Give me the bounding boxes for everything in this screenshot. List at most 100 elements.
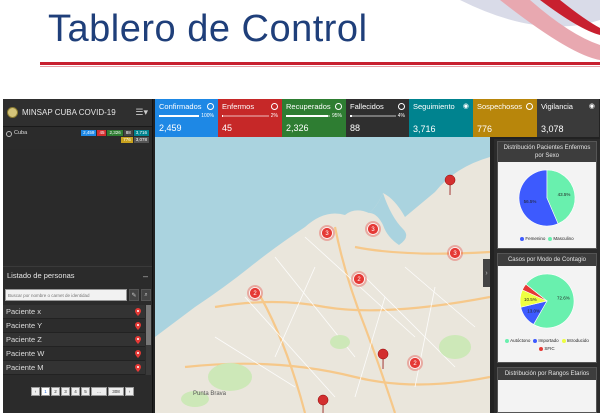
minsap-logo	[7, 107, 18, 118]
legend-item[interactable]: Masculino	[548, 236, 574, 241]
page-button[interactable]: 4	[71, 387, 80, 396]
persons-list-scrollbar[interactable]	[146, 305, 151, 375]
country-count-badge: 2,326	[107, 130, 123, 136]
kpi-card-seguimiento[interactable]: Seguimiento ◉ 3,716	[409, 99, 473, 137]
eye-icon[interactable]: ◉	[589, 103, 595, 110]
circle-icon[interactable]	[526, 103, 533, 110]
map-canvas: Punta Brava 3 3 2 3 2 2	[155, 137, 490, 413]
map-pin-icon[interactable]	[135, 307, 141, 316]
map-pin-icon[interactable]	[135, 363, 141, 372]
country-count-badge: 776	[121, 137, 133, 143]
legend-swatch	[505, 338, 510, 343]
kpi-card-vigilancia[interactable]: Vigilancia ◉ 3,078	[537, 99, 599, 137]
person-list-item[interactable]: Paciente Z	[3, 333, 145, 347]
menu-icon[interactable]: ☰▾	[135, 107, 148, 118]
kpi-progress-fill	[222, 115, 223, 117]
map-cluster-marker[interactable]: 2	[247, 285, 263, 301]
chart-legend: Autóctono Importado Introducido SFIC	[498, 337, 596, 352]
map-pin-icon[interactable]	[444, 174, 456, 196]
chart-title: Distribución por Rangos Etarios	[498, 368, 596, 380]
chart-title: Distribución Pacientes Enfermos por Sexo	[498, 142, 596, 162]
kpi-progress-track	[286, 115, 330, 117]
map-cluster-marker[interactable]: 3	[365, 221, 381, 237]
legend-swatch	[561, 338, 566, 343]
person-list-item[interactable]: Paciente M	[3, 361, 145, 375]
chart-card-rangos: Distribución por Rangos Etarios	[497, 367, 597, 413]
persons-search-input[interactable]	[5, 289, 127, 301]
eye-icon[interactable]: ◉	[463, 103, 469, 110]
page-button[interactable]: ...	[91, 387, 107, 396]
person-name: Paciente Z	[6, 335, 42, 344]
expand-circle-icon[interactable]	[6, 131, 12, 137]
pie-chart-contagio: 72.6% 13.0% 10.5%	[519, 273, 575, 329]
page-button[interactable]: 1	[41, 387, 50, 396]
kpi-name: Sospechosos	[477, 102, 523, 111]
map-pin-icon[interactable]	[135, 321, 141, 330]
map-pin-icon[interactable]	[135, 335, 141, 344]
app-header: MINSAP CUBA COVID-19 ☰▾	[3, 99, 152, 127]
page-button[interactable]: ›	[125, 387, 134, 396]
page-button[interactable]: 3	[61, 387, 70, 396]
legend-label: Masculino	[553, 236, 574, 241]
kpi-card-enfermos[interactable]: Enfermos 2% 45	[218, 99, 282, 137]
country-label: Cuba	[14, 130, 28, 136]
kpi-progress-track	[159, 115, 200, 117]
kpi-card-sospechosos[interactable]: Sospechosos 776	[473, 99, 537, 137]
map-cluster-marker[interactable]: 2	[351, 271, 367, 287]
legend-item[interactable]: Autóctono	[505, 338, 530, 343]
pie-data-label: 43.5%	[558, 192, 571, 197]
legend-item[interactable]: Importado	[533, 338, 559, 343]
legend-item[interactable]: Introducido	[561, 338, 589, 343]
circle-icon[interactable]	[271, 103, 278, 110]
map-cluster-marker[interactable]: 2	[407, 355, 423, 371]
title-underline-thin	[40, 66, 600, 67]
page-button[interactable]: ‹	[31, 387, 40, 396]
pie-data-label: 13.0%	[527, 309, 540, 314]
chart-title: Casos por Modo de Contagio	[498, 254, 596, 266]
collapse-panel-chevron-icon[interactable]: ›	[483, 259, 490, 287]
map-cluster-marker[interactable]: 3	[447, 245, 463, 261]
scroll-thumb[interactable]	[146, 305, 151, 345]
legend-label: Importado	[538, 338, 559, 343]
kpi-progress-fill	[286, 115, 328, 117]
circle-icon[interactable]	[335, 103, 342, 110]
pie-chart-sexo: 56.5% 43.5%	[518, 169, 576, 227]
map-pin-icon[interactable]	[317, 394, 329, 413]
kpi-card-confirmados[interactable]: Confirmados 100% 2,459	[155, 99, 218, 137]
kpi-name: Fallecidos	[350, 102, 384, 111]
kpi-card-recuperados[interactable]: Recuperados 95% 2,326	[282, 99, 346, 137]
page-button[interactable]: 5	[81, 387, 90, 396]
map[interactable]: Punta Brava 3 3 2 3 2 2	[155, 137, 490, 413]
left-panel-empty-area	[3, 149, 152, 264]
chart-card-sexo: Distribución Pacientes Enfermos por Sexo…	[497, 141, 597, 249]
pencil-icon[interactable]: ✎	[129, 289, 139, 301]
pie-data-label: 72.6%	[557, 295, 570, 300]
legend-label: Autóctono	[510, 338, 531, 343]
page-button[interactable]: 308	[108, 387, 124, 396]
kpi-percent: 2%	[270, 113, 278, 119]
kpi-card-fallecidos[interactable]: Fallecidos 4% 88	[346, 99, 409, 137]
map-pin-icon[interactable]	[135, 349, 141, 358]
legend-swatch	[548, 236, 553, 241]
kpi-value: 3,716	[413, 124, 436, 134]
country-chips: 2,459 45 2,326 88 3,716 776 3,078	[81, 130, 149, 143]
kpi-progress-fill	[159, 115, 200, 117]
check-circle-icon[interactable]	[207, 103, 214, 110]
persons-search-row: ✎ ⌕	[5, 289, 151, 301]
person-list-item[interactable]: Paciente Y	[3, 319, 145, 333]
minimize-icon[interactable]: –	[143, 271, 148, 281]
country-row-cuba[interactable]: Cuba 2,459 45 2,326 88 3,716 776 3,078	[3, 127, 152, 146]
circle-icon[interactable]	[398, 103, 405, 110]
legend-swatch	[539, 346, 544, 351]
page-button[interactable]: 2	[51, 387, 60, 396]
legend-swatch	[520, 236, 525, 241]
kpi-name: Vigilancia	[541, 102, 573, 111]
person-list-item[interactable]: Paciente W	[3, 347, 145, 361]
kpi-percent: 4%	[397, 113, 405, 119]
person-list-item[interactable]: Paciente x	[3, 305, 145, 319]
legend-item[interactable]: SFIC	[539, 346, 555, 351]
legend-item[interactable]: Femenino	[520, 236, 545, 241]
search-icon[interactable]: ⌕	[141, 289, 151, 301]
map-cluster-marker[interactable]: 3	[319, 225, 335, 241]
kpi-value: 2,326	[286, 123, 309, 133]
